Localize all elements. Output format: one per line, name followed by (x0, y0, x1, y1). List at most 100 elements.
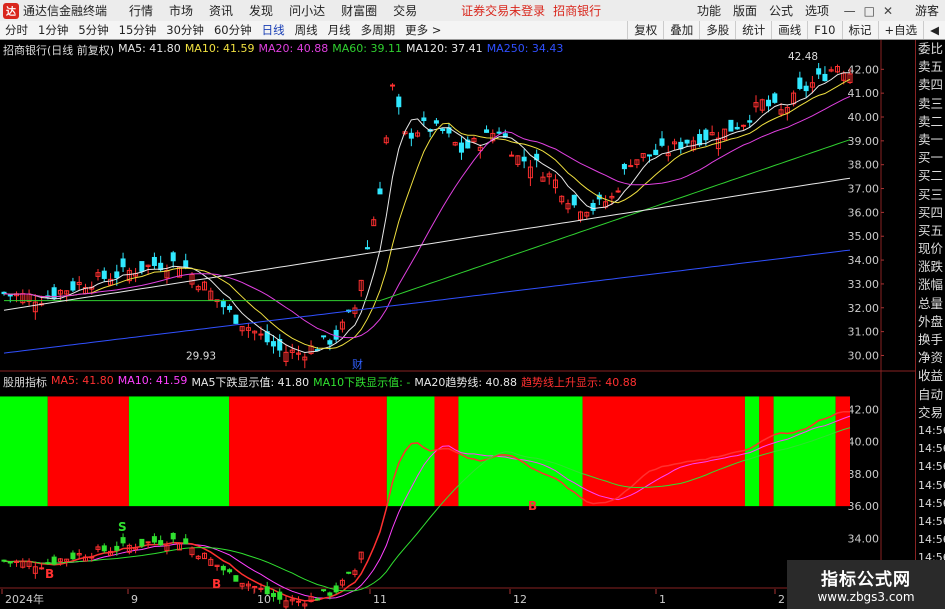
sub-candle-body (183, 538, 189, 545)
candle-body (421, 117, 427, 122)
period-more[interactable]: 更多 > (400, 22, 446, 38)
side-panel-item[interactable]: 14:56 (916, 440, 945, 458)
add-watchlist-button[interactable]: +自选 (877, 21, 924, 39)
period-15min[interactable]: 15分钟 (114, 22, 162, 38)
side-panel-item[interactable]: 卖一 (916, 131, 945, 149)
menu-formula[interactable]: 公式 (763, 2, 799, 19)
sub-axis-label: 40.00 (848, 436, 880, 449)
side-panel-item[interactable]: 14:56 (916, 458, 945, 476)
site-watermark: 指标公式网 www.zbgs3.com (787, 560, 945, 609)
price-axis-label: 37.00 (848, 183, 880, 196)
ma10-line (3, 78, 851, 350)
period-multi[interactable]: 多周期 (356, 22, 401, 38)
side-panel-item[interactable]: 买三 (916, 186, 945, 204)
side-panel-item[interactable]: 现价 (916, 240, 945, 258)
minimize-icon[interactable]: — (844, 4, 856, 18)
period-1min[interactable]: 1分钟 (33, 22, 73, 38)
side-panel-item[interactable]: 14:56 (916, 477, 945, 495)
candle-body (70, 281, 76, 291)
kline-chart-svg[interactable]: 42.00 41.00 40.00 39.00 38.00 37.00 36.00 35.00… (0, 40, 915, 609)
side-panel-item[interactable]: 涨幅 (916, 276, 945, 294)
side-panel-item[interactable]: 换手 (916, 331, 945, 349)
candle-body (114, 271, 120, 279)
menu-layout[interactable]: 版面 (727, 2, 763, 19)
price-axis-label: 31.00 (848, 326, 880, 339)
side-panel-item[interactable]: 卖五 (916, 58, 945, 76)
multi-stock-button[interactable]: 多股 (699, 21, 735, 39)
side-panel-item[interactable]: 收益 (916, 367, 945, 385)
f10-button[interactable]: F10 (807, 21, 841, 39)
menu-market[interactable]: 市场 (161, 2, 201, 19)
side-panel-item[interactable]: 买一 (916, 149, 945, 167)
sell-signal-marker: S (118, 520, 127, 534)
candle-body (816, 68, 822, 75)
draw-line-button[interactable]: 画线 (771, 21, 807, 39)
candle-body (433, 120, 439, 124)
quote-side-panel: 委比 卖五 卖四 卖三 卖二 卖一 买一 买二 买三 买四 买五 现价 涨跌 涨幅 总量 外盘 换手 净资 收益 自动… (915, 40, 945, 609)
period-intraday[interactable]: 分时 (0, 22, 33, 38)
low-price-label: 29.93 (186, 350, 216, 362)
side-panel-item[interactable]: 卖二 (916, 113, 945, 131)
login-notice[interactable]: 证券交易未登录 (461, 2, 545, 19)
side-panel-item[interactable]: 买四 (916, 204, 945, 222)
candle-body (797, 77, 803, 89)
price-axis-label: 32.00 (848, 302, 880, 315)
side-panel-item[interactable]: 自动 (916, 386, 945, 404)
close-icon[interactable]: ✕ (883, 4, 893, 18)
candle-body (220, 301, 226, 308)
menu-discover[interactable]: 发现 (241, 2, 281, 19)
period-daily[interactable]: 日线 (257, 22, 290, 38)
candle-body (258, 333, 264, 336)
menu-trade[interactable]: 交易 (385, 2, 425, 19)
side-panel-item[interactable]: 14:56 (916, 531, 945, 549)
side-panel-item[interactable]: 买五 (916, 222, 945, 240)
period-60min[interactable]: 60分钟 (209, 22, 257, 38)
sub-axis-label: 34.00 (848, 532, 880, 545)
ma120-line (3, 177, 851, 311)
menu-quotes[interactable]: 行情 (121, 2, 161, 19)
side-panel-item[interactable]: 委比 (916, 40, 945, 58)
menu-options[interactable]: 选项 (799, 2, 835, 19)
period-weekly[interactable]: 周线 (290, 22, 323, 38)
side-panel-item[interactable]: 涨跌 (916, 258, 945, 276)
side-panel-item[interactable]: 卖四 (916, 76, 945, 94)
side-panel-item[interactable]: 交易 (916, 404, 945, 422)
overlay-button[interactable]: 叠加 (663, 21, 699, 39)
menu-wealth-circle[interactable]: 财富圈 (333, 2, 385, 19)
side-panel-item[interactable]: 净资 (916, 349, 945, 367)
side-panel-item[interactable]: 外盘 (916, 313, 945, 331)
sub-candle-body (220, 565, 226, 571)
menu-ask-xiaoda[interactable]: 问小达 (281, 2, 333, 19)
sub-candle-body (270, 593, 276, 597)
candle-body (615, 190, 621, 193)
high-price-label: 42.48 (788, 51, 818, 63)
sub-axis-label: 42.00 (848, 403, 880, 416)
sub-candle-body (45, 562, 51, 565)
maximize-icon[interactable]: □ (864, 4, 875, 18)
side-panel-item[interactable]: 卖三 (916, 95, 945, 113)
chart-area[interactable]: 42.00 41.00 40.00 39.00 38.00 37.00 36.00 35.00… (0, 40, 915, 609)
period-5min[interactable]: 5分钟 (73, 22, 113, 38)
side-panel-item[interactable]: 买二 (916, 167, 945, 185)
price-axis-label: 36.00 (848, 206, 880, 219)
app-title: 通达信金融终端 (23, 4, 108, 18)
main-legend: 招商银行(日线 前复权) MA5: 41.80 MA10: 41.59 MA20… (3, 42, 563, 58)
collapse-panel-icon[interactable]: ◀ (923, 21, 945, 39)
indicator-band (773, 396, 836, 507)
mark-button[interactable]: 标记 (841, 21, 878, 39)
indicator-band (458, 396, 583, 507)
period-30min[interactable]: 30分钟 (161, 22, 209, 38)
menu-news[interactable]: 资讯 (201, 2, 241, 19)
side-panel-item[interactable]: 14:56 (916, 495, 945, 513)
menu-function[interactable]: 功能 (691, 2, 727, 19)
adjust-button[interactable]: 复权 (627, 21, 663, 39)
candle-body (646, 154, 652, 157)
side-panel-item[interactable]: 14:56 (916, 513, 945, 531)
period-monthly[interactable]: 月线 (323, 22, 356, 38)
stats-button[interactable]: 统计 (735, 21, 771, 39)
candle-body (766, 99, 772, 107)
guest-user[interactable]: 游客 (915, 2, 939, 19)
candle-body (822, 73, 828, 82)
side-panel-item[interactable]: 总量 (916, 295, 945, 313)
side-panel-item[interactable]: 14:56 (916, 422, 945, 440)
